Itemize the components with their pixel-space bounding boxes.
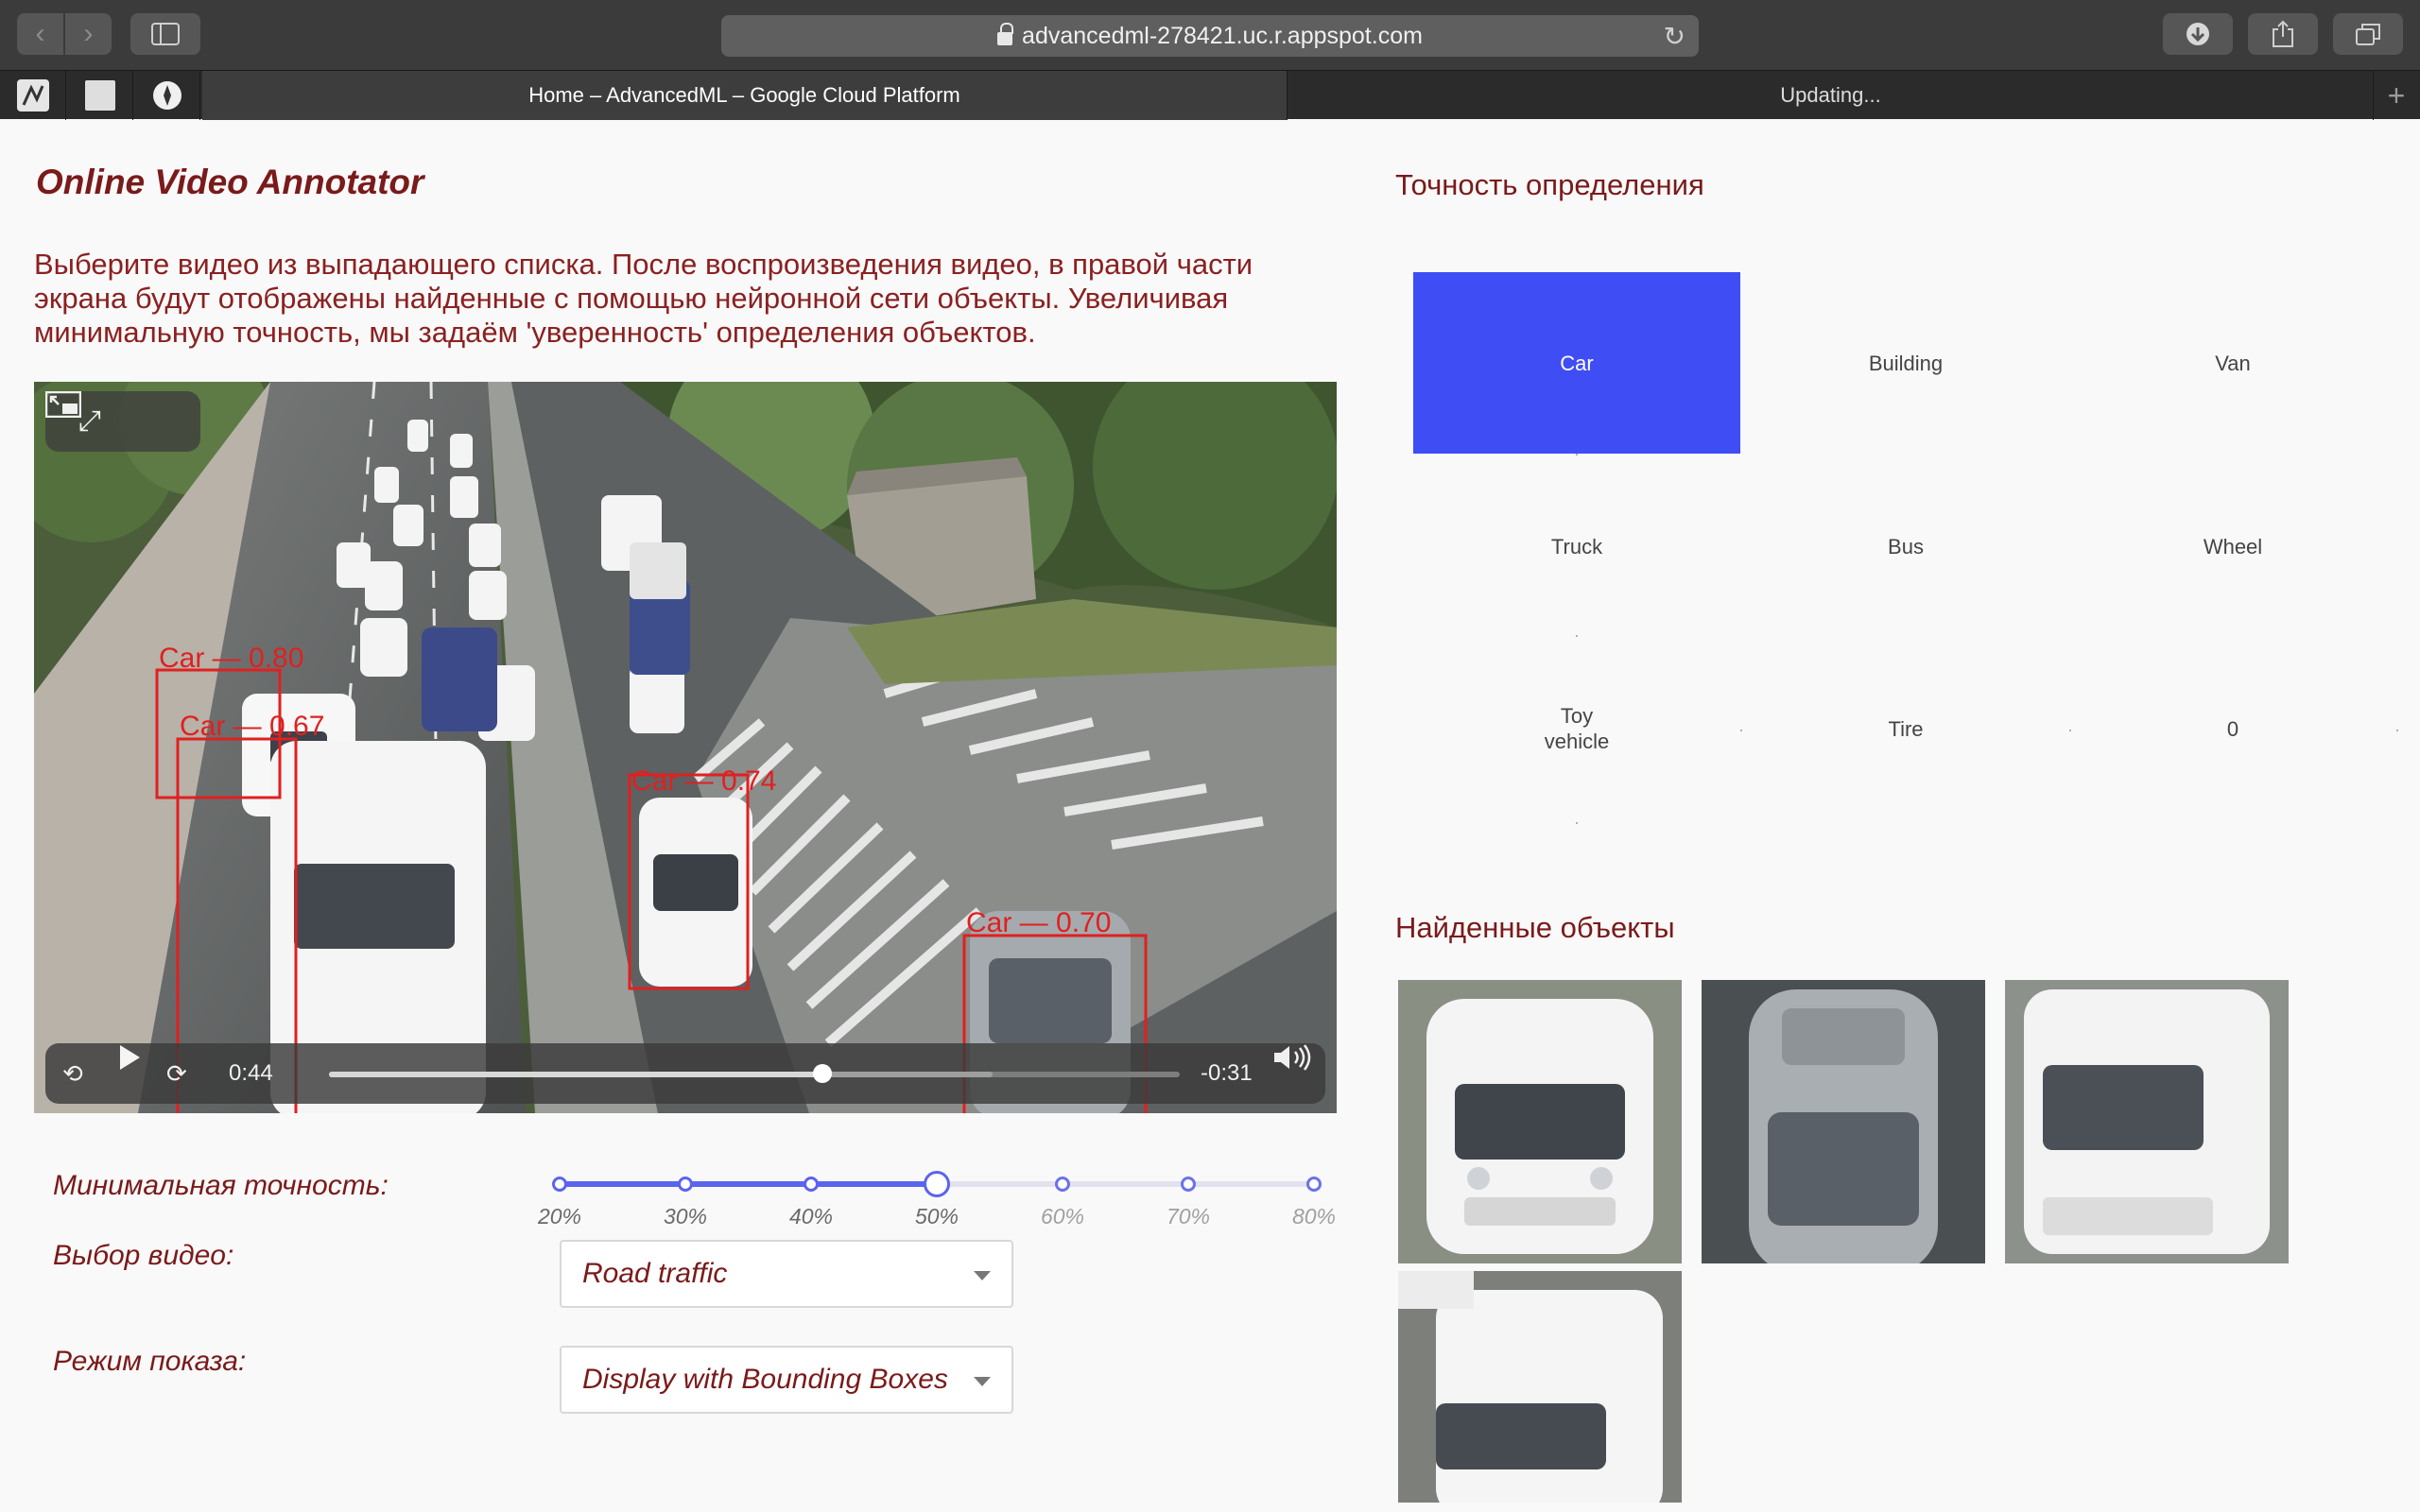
video-select-value: Road traffic xyxy=(582,1258,728,1289)
class-cell-building[interactable]: Building xyxy=(1742,272,2069,454)
found-objects-title: Найденные объекты xyxy=(1395,911,1675,944)
bbox-label-2: Car — 0.67 xyxy=(180,711,324,742)
slider-mark-label: 50% xyxy=(914,1204,959,1228)
slider-mark-label: 70% xyxy=(1166,1204,1211,1228)
slider-mark-label: 80% xyxy=(1291,1204,1337,1228)
mode-select[interactable]: Display with Bounding Boxes xyxy=(560,1346,1013,1414)
slider-handle[interactable] xyxy=(924,1171,950,1197)
treemap-tick xyxy=(1576,822,1578,824)
slider-fill xyxy=(560,1181,937,1187)
slider-mark-label: 20% xyxy=(537,1204,582,1228)
video-controls: ⟲ ⟳ 0:44 -0:31 xyxy=(45,1043,1325,1104)
slider-step-80[interactable] xyxy=(1306,1177,1322,1192)
progress-track[interactable] xyxy=(329,1064,1180,1083)
current-time: 0:44 xyxy=(229,1060,273,1086)
video-player[interactable]: Car — 0.80 Car — 0.67 Car — 0.74 Car — 0… xyxy=(34,382,1337,1113)
tab-bar: Home – AdvancedML – Google Cloud Platfor… xyxy=(0,70,2420,120)
treemap-tick xyxy=(1740,730,1742,731)
blank-page-icon xyxy=(84,80,115,111)
class-cell-zero[interactable]: 0 xyxy=(2069,637,2396,820)
bbox-label-1: Car — 0.80 xyxy=(159,643,303,674)
video-frame: Car — 0.80 Car — 0.67 Car — 0.74 Car — 0… xyxy=(34,382,1337,1113)
mode-select-label: Режим показа: xyxy=(53,1346,247,1377)
van-2-thumbnail xyxy=(1398,1271,1682,1503)
tab-updating[interactable]: Updating... xyxy=(1288,71,2374,120)
pinned-tab-3[interactable] xyxy=(134,71,200,120)
slider-step-40[interactable] xyxy=(804,1177,819,1192)
url-text: advancedml-278421.uc.r.appspot.com xyxy=(1022,22,1423,49)
accuracy-slider[interactable]: 20% 30% 40% 50% 60% 70% 80% xyxy=(538,1171,1336,1228)
slider-step-30[interactable] xyxy=(678,1177,693,1192)
forward-icon[interactable]: › xyxy=(65,13,112,55)
slider-step-20[interactable] xyxy=(552,1177,567,1192)
fullscreen-icon[interactable]: ⤢ xyxy=(78,405,101,438)
car-front-thumbnail xyxy=(1398,980,1682,1263)
browser-toolbar: ‹ › advancedml-278421.uc.r.appspot.com ↻ xyxy=(0,0,2420,70)
class-cell-toy-vehicle[interactable]: Toy vehicle xyxy=(1536,637,1617,820)
bbox-label-4: Car — 0.70 xyxy=(966,907,1111,938)
compass-icon xyxy=(152,81,182,110)
share-icon[interactable] xyxy=(2248,13,2318,55)
van-thumbnail xyxy=(2005,980,2289,1263)
slider-step-70[interactable] xyxy=(1181,1177,1196,1192)
intro-text: Выберите видео из выпадающего списка. По… xyxy=(34,248,1253,349)
progress-knob[interactable] xyxy=(813,1064,832,1083)
mode-select-value: Display with Bounding Boxes xyxy=(582,1364,948,1395)
bbox-label-3: Car — 0.74 xyxy=(631,765,776,797)
lock-icon xyxy=(997,23,1014,45)
pinned-tab-1[interactable] xyxy=(0,71,66,120)
video-select[interactable]: Road traffic xyxy=(560,1240,1013,1308)
class-cell-bus[interactable]: Bus xyxy=(1742,455,2069,637)
treemap-tick xyxy=(2069,730,2071,731)
address-bar[interactable]: advancedml-278421.uc.r.appspot.com ↻ xyxy=(721,15,1699,57)
chevron-down-icon xyxy=(974,1271,991,1280)
back-icon[interactable]: ‹ xyxy=(17,13,63,55)
pinned-app-icon xyxy=(16,79,49,112)
treemap-tick xyxy=(1576,635,1578,637)
accuracy-panel-title: Точность определения xyxy=(1395,168,1704,201)
nav-buttons: ‹ › xyxy=(17,13,112,55)
new-tab-icon[interactable]: + xyxy=(2373,71,2420,120)
reload-icon[interactable]: ↻ xyxy=(1664,21,1685,52)
treemap-tick xyxy=(2396,730,2398,731)
page-title: Online Video Annotator xyxy=(36,163,424,201)
played-bar xyxy=(329,1072,822,1077)
sidebar-toggle-icon[interactable] xyxy=(130,13,200,55)
class-cell-car[interactable]: Car xyxy=(1413,272,1740,454)
accuracy-label: Минимальная точность: xyxy=(53,1170,389,1201)
tabs-overview-icon[interactable] xyxy=(2333,13,2403,55)
class-cell-tire[interactable]: Tire xyxy=(1742,637,2069,820)
forward-15-icon[interactable]: ⟳ xyxy=(166,1043,187,1104)
video-top-controls: ⤢ xyxy=(45,391,200,452)
video-select-label: Выбор видео: xyxy=(53,1240,234,1271)
rewind-15-icon[interactable]: ⟲ xyxy=(62,1043,83,1104)
treemap-tick xyxy=(1576,454,1578,455)
class-cell-van[interactable]: Van xyxy=(2069,272,2396,454)
slider-mark-label: 40% xyxy=(788,1204,834,1228)
remaining-time: -0:31 xyxy=(1201,1060,1253,1086)
slider-step-60[interactable] xyxy=(1055,1177,1070,1192)
car-top-thumbnail xyxy=(1702,980,1985,1263)
pinned-tab-2[interactable] xyxy=(67,71,133,120)
class-accuracy-treemap: Car Building Van Truck Bus Wheel Toy veh… xyxy=(1413,270,2398,824)
downloads-icon[interactable] xyxy=(2163,13,2233,55)
slider-mark-label: 30% xyxy=(663,1204,708,1228)
tab-home[interactable]: Home – AdvancedML – Google Cloud Platfor… xyxy=(202,71,1288,120)
class-cell-truck[interactable]: Truck xyxy=(1413,455,1740,637)
chevron-down-icon xyxy=(974,1377,991,1386)
slider-mark-label: 60% xyxy=(1040,1204,1085,1228)
class-cell-wheel[interactable]: Wheel xyxy=(2069,455,2396,637)
